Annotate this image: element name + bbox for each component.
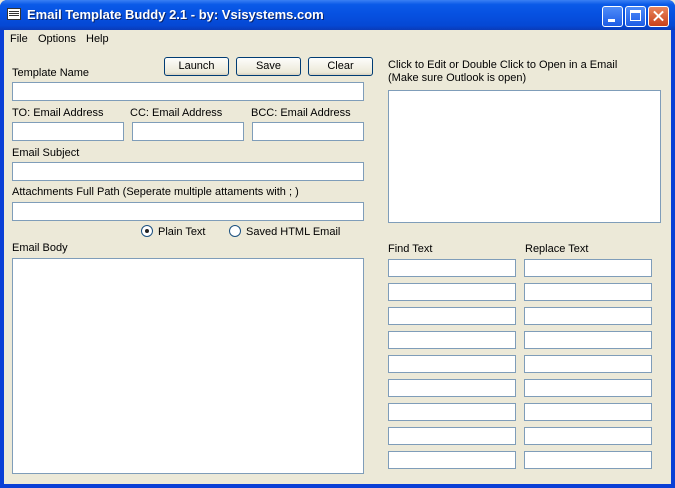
to-label: TO: Email Address xyxy=(12,107,104,119)
replace-text-field[interactable] xyxy=(524,427,652,445)
app-icon[interactable] xyxy=(7,8,21,20)
menu-bar: File Options Help xyxy=(4,30,671,50)
find-text-field[interactable] xyxy=(388,307,516,325)
template-name-field[interactable] xyxy=(12,82,364,101)
cc-field[interactable] xyxy=(132,122,244,141)
cc-label: CC: Email Address xyxy=(130,107,223,119)
replace-text-field[interactable] xyxy=(524,451,652,469)
maximize-icon xyxy=(630,10,641,21)
subject-label: Email Subject xyxy=(12,147,80,159)
close-icon xyxy=(649,7,668,26)
list-hint-line1: Click to Edit or Double Click to Open in… xyxy=(388,59,618,71)
minimize-button[interactable] xyxy=(602,6,623,27)
replace-text-field[interactable] xyxy=(524,331,652,349)
find-text-field[interactable] xyxy=(388,451,516,469)
close-button[interactable] xyxy=(648,6,669,27)
list-hint-line2: (Make sure Outlook is open) xyxy=(388,72,527,84)
replace-text-field[interactable] xyxy=(524,379,652,397)
saved-html-radio[interactable] xyxy=(229,225,241,237)
plain-text-radio[interactable] xyxy=(141,225,153,237)
title-bar[interactable]: Email Template Buddy 2.1 - by: Vsisystem… xyxy=(0,0,675,30)
client-area: File Options Help Launch Save Clear Temp… xyxy=(4,30,671,484)
find-text-field[interactable] xyxy=(388,331,516,349)
email-body-field[interactable] xyxy=(12,258,364,474)
template-list[interactable] xyxy=(388,90,661,223)
minimize-icon xyxy=(608,19,615,22)
plain-text-label[interactable]: Plain Text xyxy=(158,226,206,238)
replace-text-label: Replace Text xyxy=(525,243,589,255)
subject-field[interactable] xyxy=(12,162,364,181)
find-text-field[interactable] xyxy=(388,427,516,445)
menu-options[interactable]: Options xyxy=(38,33,76,45)
clear-button[interactable]: Clear xyxy=(308,57,373,76)
to-field[interactable] xyxy=(12,122,124,141)
window-title: Email Template Buddy 2.1 - by: Vsisystem… xyxy=(27,7,324,22)
save-button[interactable]: Save xyxy=(236,57,301,76)
saved-html-label[interactable]: Saved HTML Email xyxy=(246,226,340,238)
attachments-field[interactable] xyxy=(12,202,364,221)
find-text-field[interactable] xyxy=(388,379,516,397)
bcc-field[interactable] xyxy=(252,122,364,141)
replace-text-field[interactable] xyxy=(524,355,652,373)
bcc-label: BCC: Email Address xyxy=(251,107,351,119)
find-text-label: Find Text xyxy=(388,243,433,255)
find-text-field[interactable] xyxy=(388,259,516,277)
app-window: Email Template Buddy 2.1 - by: Vsisystem… xyxy=(0,0,675,488)
find-text-field[interactable] xyxy=(388,355,516,373)
maximize-button[interactable] xyxy=(625,6,646,27)
email-body-label: Email Body xyxy=(12,242,68,254)
find-text-field[interactable] xyxy=(388,283,516,301)
find-text-field[interactable] xyxy=(388,403,516,421)
replace-text-field[interactable] xyxy=(524,259,652,277)
attachments-label: Attachments Full Path (Seperate multiple… xyxy=(12,186,299,198)
menu-file[interactable]: File xyxy=(10,33,28,45)
launch-button[interactable]: Launch xyxy=(164,57,229,76)
replace-text-field[interactable] xyxy=(524,403,652,421)
menu-help[interactable]: Help xyxy=(86,33,109,45)
template-name-label: Template Name xyxy=(12,67,90,79)
replace-text-field[interactable] xyxy=(524,283,652,301)
replace-text-field[interactable] xyxy=(524,307,652,325)
